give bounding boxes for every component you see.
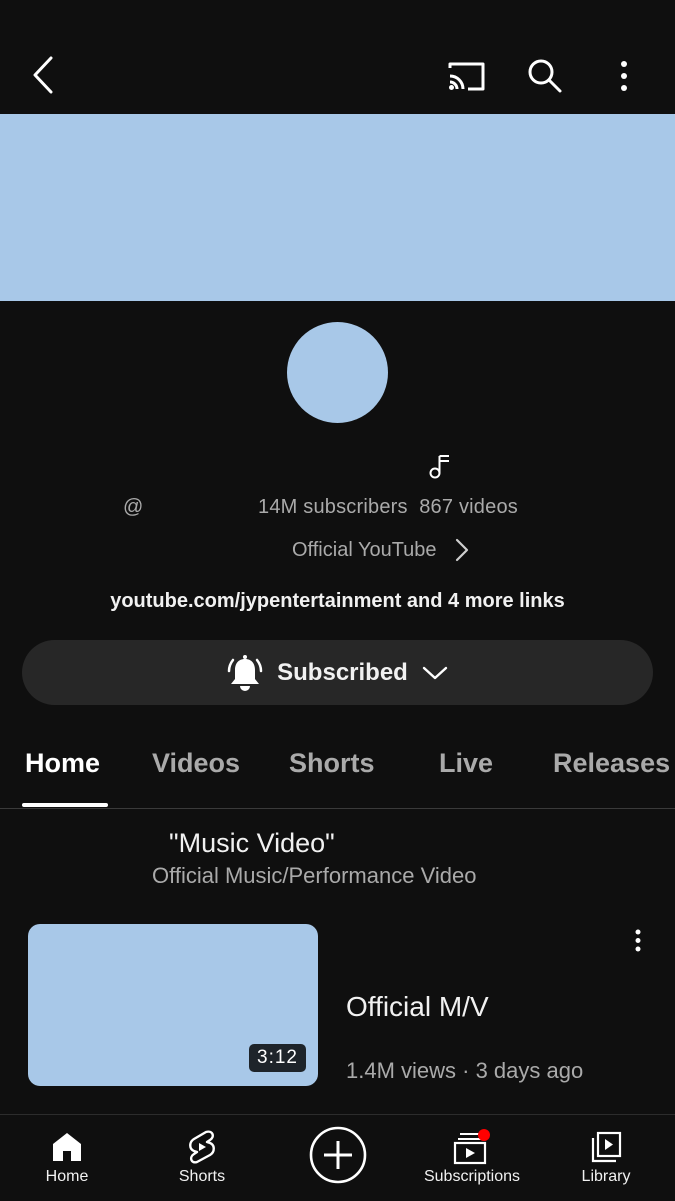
nav-home[interactable]: Home: [22, 1115, 112, 1201]
notification-dot: [478, 1129, 490, 1141]
active-tab-indicator: [22, 803, 108, 807]
notification-bell-icon[interactable]: [227, 654, 263, 692]
tab-live[interactable]: Live: [439, 748, 493, 779]
channel-avatar[interactable]: [287, 322, 388, 423]
video-meta: 1.4M views · 3 days ago: [346, 1058, 584, 1083]
subscribed-label: Subscribed: [277, 658, 408, 686]
video-more-options-icon[interactable]: [628, 928, 648, 954]
nav-home-label: Home: [45, 1168, 89, 1185]
nav-shorts[interactable]: Shorts: [157, 1115, 247, 1201]
back-arrow-icon[interactable]: [26, 54, 60, 96]
channel-tabs: Home Videos Shorts Live Releases: [0, 740, 675, 809]
channel-description[interactable]: Official YouTube: [292, 536, 469, 564]
channel-links[interactable]: youtube.com/jypentertainment and 4 more …: [0, 590, 675, 613]
subscriptions-icon: [452, 1129, 492, 1165]
section-title[interactable]: "Music Video": [169, 828, 335, 859]
search-icon[interactable]: [525, 56, 565, 96]
nav-create[interactable]: [303, 1115, 373, 1201]
video-duration: 3:12: [249, 1044, 306, 1072]
nav-library[interactable]: Library: [561, 1115, 651, 1201]
chevron-down-icon: [422, 665, 448, 681]
video-title[interactable]: Official M/V: [346, 991, 489, 1023]
chevron-right-icon: [455, 538, 469, 562]
tab-home[interactable]: Home: [25, 748, 100, 779]
nav-subscriptions-label: Subscriptions: [423, 1168, 521, 1185]
channel-stats: @ 14M subscribers 867 videos: [0, 496, 675, 524]
stats-text: 14M subscribers 867 videos: [258, 496, 518, 519]
nav-subscriptions[interactable]: Subscriptions: [412, 1115, 532, 1201]
home-icon: [51, 1129, 83, 1165]
library-icon: [589, 1129, 623, 1165]
tab-releases[interactable]: Releases: [553, 748, 670, 779]
create-icon: [308, 1125, 368, 1185]
channel-handle: @: [123, 496, 144, 518]
tab-shorts[interactable]: Shorts: [289, 748, 375, 779]
music-note-icon: [428, 453, 452, 479]
video-count: 867 videos: [419, 496, 518, 518]
nav-shorts-label: Shorts: [178, 1168, 226, 1185]
subscriber-count: 14M subscribers: [258, 496, 408, 518]
nav-library-label: Library: [581, 1168, 631, 1185]
bottom-navigation: Home Shorts Subscriptions Library: [0, 1114, 675, 1201]
top-app-bar: [0, 0, 675, 114]
channel-banner: [0, 114, 675, 301]
section-subtitle: Official Music/Performance Video: [152, 863, 477, 888]
channel-description-text: Official YouTube: [292, 538, 437, 561]
shorts-icon: [186, 1129, 218, 1165]
video-thumbnail[interactable]: 3:12: [28, 924, 318, 1086]
tab-videos[interactable]: Videos: [152, 748, 240, 779]
cast-icon[interactable]: [444, 58, 488, 94]
more-options-icon[interactable]: [612, 58, 636, 94]
subscribed-button[interactable]: Subscribed: [22, 640, 653, 705]
